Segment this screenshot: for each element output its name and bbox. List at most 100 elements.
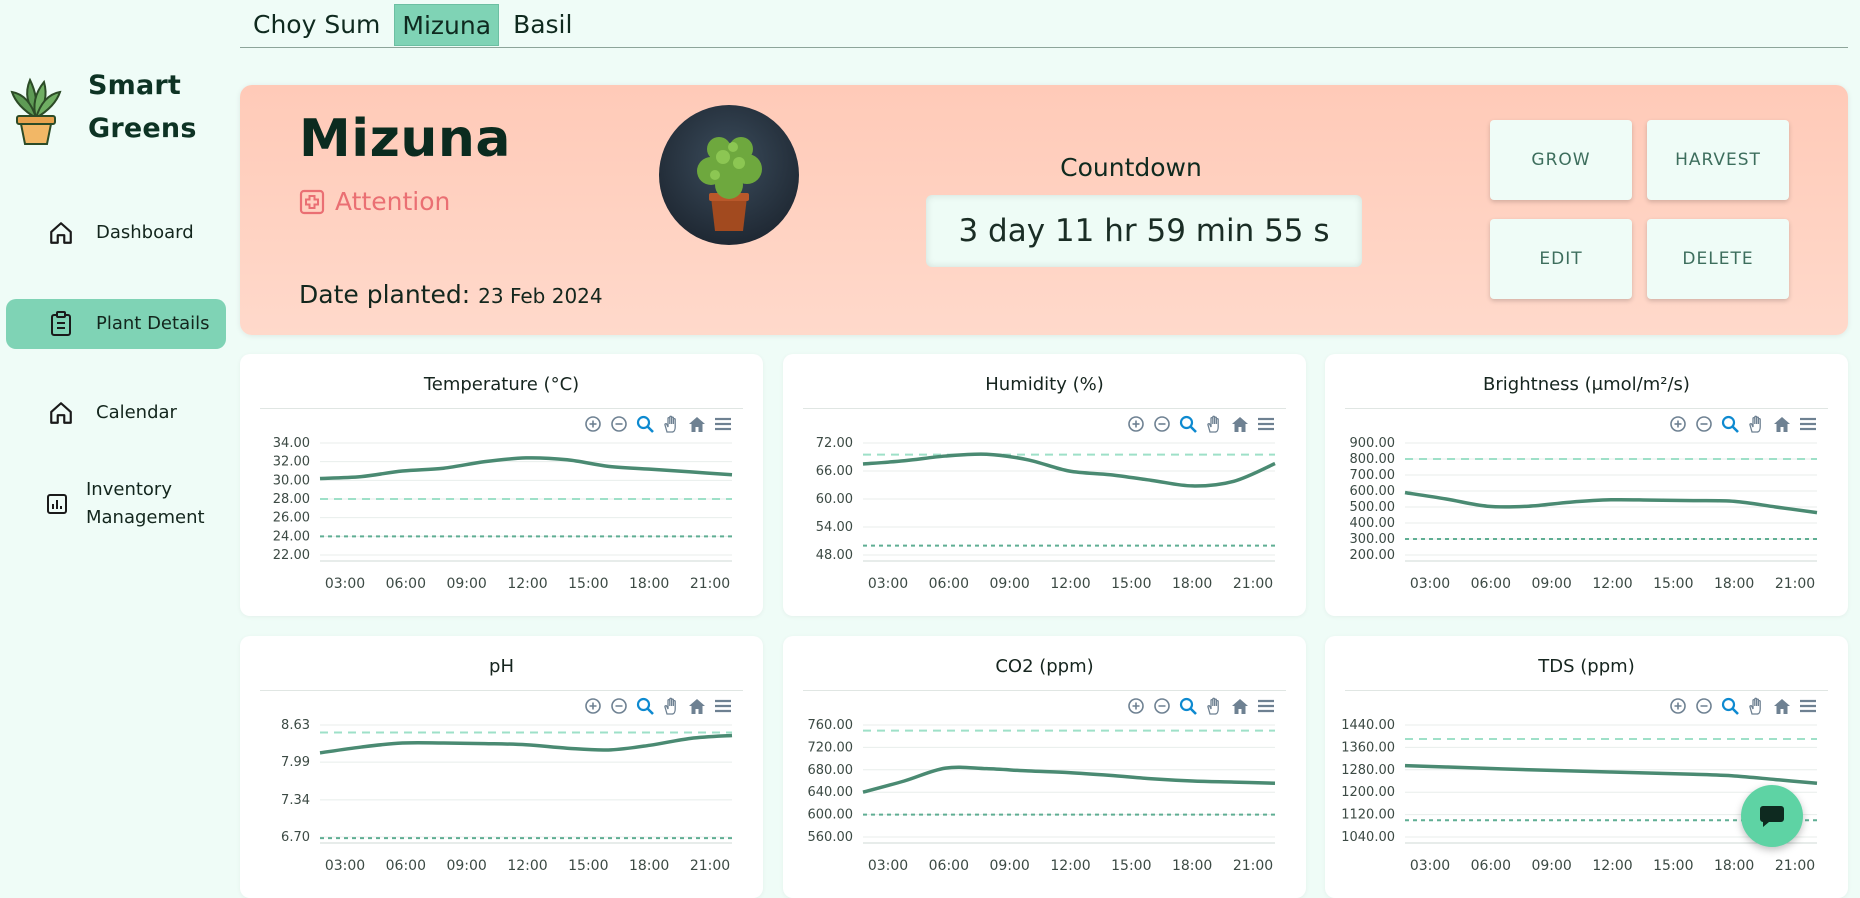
menu-icon[interactable]	[713, 696, 733, 716]
y-tick-label: 300.00	[1350, 532, 1396, 547]
x-tick-label: 06:00	[386, 858, 426, 874]
home-icon[interactable]	[1230, 696, 1250, 716]
chart-title: Brightness (μmol/m²/s)	[1483, 374, 1690, 395]
search-icon[interactable]	[1720, 414, 1740, 434]
zoom-out-icon[interactable]	[1152, 696, 1172, 716]
series-line	[319, 456, 733, 481]
chart-toolbar	[1668, 412, 1818, 436]
zoom-out-icon[interactable]	[609, 414, 629, 434]
countdown-timer: 3 day 11 hr 59 min 55 s	[926, 195, 1362, 267]
home-icon[interactable]	[1772, 696, 1792, 716]
pan-hand-icon[interactable]	[661, 696, 681, 716]
chart-title: Humidity (%)	[985, 374, 1104, 395]
chat-button[interactable]	[1741, 785, 1803, 847]
pan-hand-icon[interactable]	[1746, 414, 1766, 434]
x-tick-label: 09:00	[446, 576, 486, 592]
pan-hand-icon[interactable]	[1204, 696, 1224, 716]
zoom-out-icon[interactable]	[609, 696, 629, 716]
x-tick-label: 21:00	[1775, 858, 1815, 874]
x-tick-label: 12:00	[1592, 576, 1632, 592]
tab-choy-sum[interactable]: Choy Sum	[245, 4, 388, 46]
series-line	[1404, 763, 1818, 785]
home-icon	[48, 400, 74, 426]
zoom-out-icon[interactable]	[1694, 414, 1714, 434]
chat-bubble-icon	[1760, 806, 1784, 827]
tab-mizuna[interactable]: Mizuna	[394, 4, 500, 46]
home-icon[interactable]	[687, 696, 707, 716]
title-divider	[803, 408, 1286, 409]
pan-hand-icon[interactable]	[1204, 414, 1224, 434]
pan-hand-icon[interactable]	[1746, 696, 1766, 716]
menu-icon[interactable]	[1798, 696, 1818, 716]
sidebar-item-label: Dashboard	[96, 222, 194, 243]
zoom-in-icon[interactable]	[1668, 414, 1688, 434]
zoom-in-icon[interactable]	[1126, 414, 1146, 434]
chart-title: pH	[489, 656, 514, 677]
chart-card: 760.00 720.00 680.00 640.00 600.00 560.00 03:0…	[783, 636, 1306, 898]
y-tick-label: 800.00	[1350, 452, 1396, 467]
zoom-out-icon[interactable]	[1694, 696, 1714, 716]
menu-icon[interactable]	[1256, 696, 1276, 716]
x-tick-label: 15:00	[568, 858, 608, 874]
delete-button[interactable]: DELETE	[1647, 219, 1789, 299]
sidebar-item-plant-details[interactable]: Plant Details	[6, 299, 226, 349]
x-tick-label: 03:00	[325, 858, 365, 874]
sidebar-item-calendar[interactable]: Calendar	[6, 393, 226, 433]
harvest-button[interactable]: HARVEST	[1647, 120, 1789, 200]
search-icon[interactable]	[1178, 696, 1198, 716]
clipboard-icon	[48, 311, 74, 337]
menu-icon[interactable]	[1256, 414, 1276, 434]
series-line	[862, 452, 1276, 488]
edit-button[interactable]: EDIT	[1490, 219, 1632, 299]
x-tick-label: 06:00	[1471, 858, 1511, 874]
sidebar-item-dashboard[interactable]: Dashboard	[6, 213, 226, 253]
medical-cross-icon	[299, 189, 325, 214]
chart-toolbar	[1126, 412, 1276, 436]
brand-name-line1: Smart	[88, 70, 182, 101]
x-tick-label: 12:00	[1050, 858, 1090, 874]
search-icon[interactable]	[1178, 414, 1198, 434]
menu-icon[interactable]	[1798, 414, 1818, 434]
y-tick-label: 600.00	[1350, 484, 1396, 499]
y-tick-label: 400.00	[1350, 516, 1396, 531]
zoom-in-icon[interactable]	[1668, 696, 1688, 716]
x-tick-label: 15:00	[568, 576, 608, 592]
home-icon[interactable]	[687, 414, 707, 434]
home-icon[interactable]	[1230, 414, 1250, 434]
zoom-out-icon[interactable]	[1152, 414, 1172, 434]
chart-toolbar	[1668, 694, 1818, 718]
y-tick-label: 1280.00	[1341, 763, 1395, 778]
date-planted-label: Date planted:	[299, 280, 471, 309]
pan-hand-icon[interactable]	[661, 414, 681, 434]
x-tick-label: 12:00	[1592, 858, 1632, 874]
x-tick-label: 12:00	[507, 576, 547, 592]
y-tick-label: 1360.00	[1341, 740, 1395, 755]
sidebar-item-inventory[interactable]: Inventory Management	[6, 474, 226, 534]
plant-logo-icon	[10, 77, 62, 145]
zoom-in-icon[interactable]	[1126, 696, 1146, 716]
chart-title: Temperature (°C)	[423, 374, 580, 395]
y-tick-label: 34.00	[273, 436, 310, 451]
tab-basil[interactable]: Basil	[505, 4, 580, 46]
sidebar-item-label: Plant Details	[96, 313, 210, 334]
home-icon[interactable]	[1772, 414, 1792, 434]
x-tick-label: 06:00	[1471, 576, 1511, 592]
y-tick-label: 26.00	[273, 511, 310, 526]
grow-button[interactable]: GROW	[1490, 120, 1632, 200]
y-tick-label: 500.00	[1350, 500, 1396, 515]
plant-name: Mizuna	[299, 109, 511, 169]
search-icon[interactable]	[635, 414, 655, 434]
y-tick-label: 700.00	[1350, 468, 1396, 483]
search-icon[interactable]	[1720, 696, 1740, 716]
zoom-in-icon[interactable]	[583, 696, 603, 716]
menu-icon[interactable]	[713, 414, 733, 434]
zoom-in-icon[interactable]	[583, 414, 603, 434]
x-tick-label: 21:00	[690, 576, 730, 592]
y-tick-label: 60.00	[816, 492, 853, 507]
sidebar-item-label: Calendar	[96, 402, 177, 423]
title-divider	[260, 690, 743, 691]
x-tick-label: 18:00	[1172, 858, 1212, 874]
search-icon[interactable]	[635, 696, 655, 716]
title-divider	[803, 690, 1286, 691]
x-tick-label: 15:00	[1111, 576, 1151, 592]
